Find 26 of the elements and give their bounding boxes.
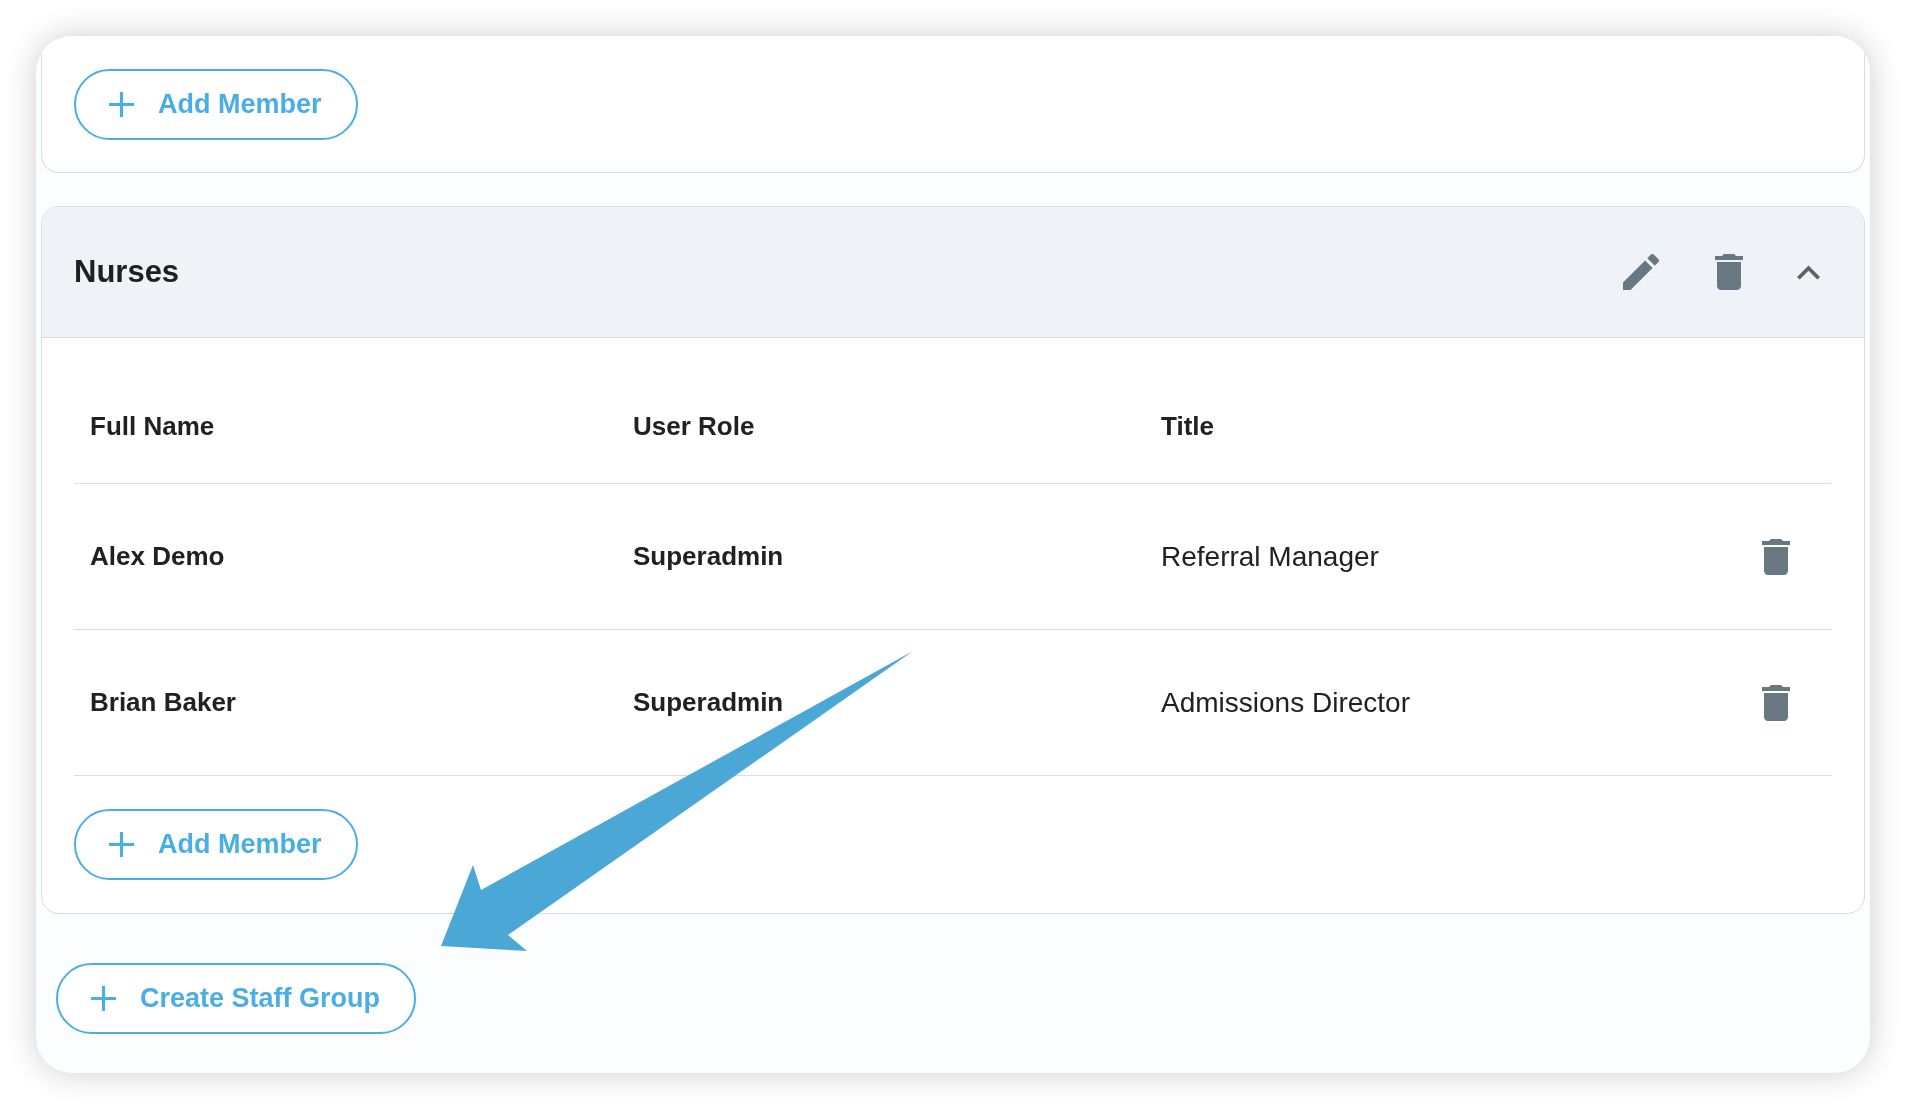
table-cell-text: Superadmin: [633, 540, 784, 573]
table-cell-text: Brian Baker: [90, 686, 236, 719]
group-title: Nurses: [74, 252, 180, 291]
column-header: User Role: [632, 409, 755, 443]
delete-button[interactable]: [1762, 684, 1790, 721]
column-header: Title: [1160, 409, 1214, 443]
trash-icon: [1715, 254, 1743, 290]
table-cell-text: Superadmin: [633, 686, 784, 719]
plus-icon: [109, 832, 134, 857]
trash-icon: [1762, 684, 1790, 721]
delete-button[interactable]: [1715, 254, 1743, 290]
pencil-icon: [1623, 254, 1659, 290]
create-group-button[interactable]: Create Staff Group: [56, 963, 417, 1034]
table-cell-text: Admissions Director: [1161, 685, 1410, 720]
delete-button[interactable]: [1762, 538, 1790, 575]
chevron-up-icon: [1797, 264, 1820, 280]
plus-icon: [109, 92, 134, 117]
edit-button[interactable]: [1623, 254, 1659, 290]
column-header: Full Name: [89, 409, 215, 443]
trash-icon: [1762, 538, 1790, 575]
table-cell-text: Referral Manager: [1161, 539, 1379, 574]
add-member-button[interactable]: Add Member: [74, 809, 358, 880]
table-cell-text: Alex Demo: [90, 540, 225, 573]
add-member-button[interactable]: Add Member: [74, 69, 358, 140]
plus-icon: [91, 986, 116, 1011]
collapse-button[interactable]: [1797, 264, 1820, 280]
